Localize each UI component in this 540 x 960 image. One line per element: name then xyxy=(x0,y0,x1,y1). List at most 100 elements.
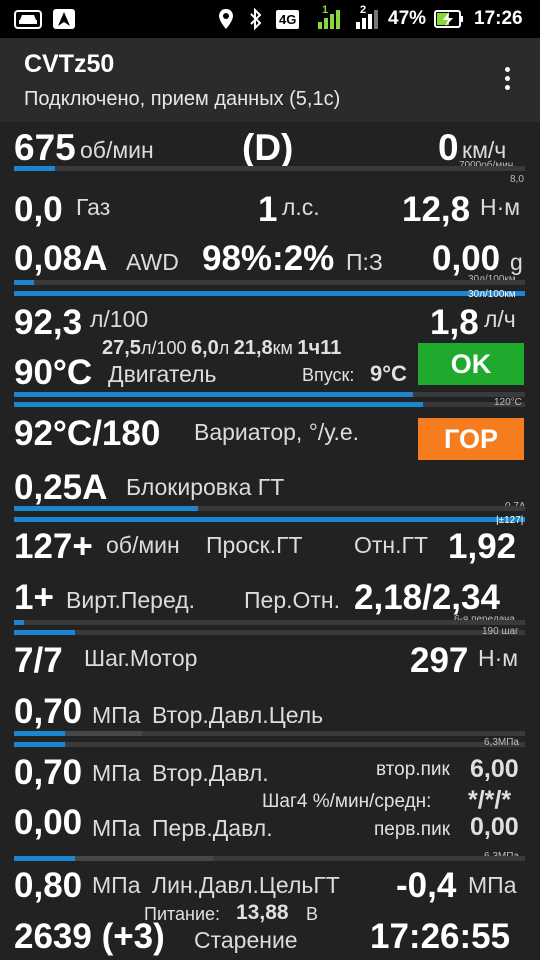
sec-target-label: Втор.Давл.Цель xyxy=(152,702,324,728)
cvt-status-text: ГОР xyxy=(444,423,498,454)
motor-torque-unit: Н·м xyxy=(478,645,519,671)
signal-icon xyxy=(318,10,340,29)
engine-label: Двигатель xyxy=(108,361,217,387)
cvt-temp: 92°C/180 xyxy=(14,414,161,453)
power-value: 13,88 xyxy=(236,901,289,924)
lockup-current: 0,25A xyxy=(14,468,108,507)
gear-ratio-label: Пер.Отн. xyxy=(244,587,341,613)
lockup-label: Блокировка ГТ xyxy=(126,474,285,500)
hp-value: 1 xyxy=(258,190,278,229)
engine-bar-max: 120°C xyxy=(494,397,522,408)
gas-value: 0,0 xyxy=(14,190,63,229)
trip-liters: 6,0 xyxy=(190,337,219,359)
overflow-menu-icon[interactable] xyxy=(496,64,518,96)
status-bar: 4G 1 2 47% 17:26 xyxy=(0,0,540,38)
fuel-hourly-unit: л/ч xyxy=(484,306,516,332)
rpm-bar xyxy=(14,166,525,171)
prim-unit: МПа xyxy=(92,815,141,841)
prim-label: Перв.Давл. xyxy=(152,815,273,841)
engine-temp-bar-2 xyxy=(14,402,525,407)
lockup-bar xyxy=(14,506,525,511)
gear-ratio: 2,18/2,34 xyxy=(354,578,500,617)
tc-ratio: 1,92 xyxy=(448,527,517,566)
tc-ratio-label: Отн.ГТ xyxy=(354,532,429,558)
sec-target-bar xyxy=(14,731,525,736)
clock: 17:26 xyxy=(474,8,523,29)
gear-bar xyxy=(14,620,525,625)
signal-icon xyxy=(356,10,378,29)
tc-slip-label: Проск.ГТ xyxy=(206,532,303,558)
engine-status-text: OK xyxy=(450,348,492,379)
connection-status: Подключено, прием данных (5,1с) xyxy=(24,88,341,110)
sec-label: Втор.Давл. xyxy=(152,760,269,786)
cvt-label: Вариатор, °/у.е. xyxy=(194,419,360,445)
trip-stats: 27,5л/100 6,0л 21,8км 1ч11 xyxy=(102,338,341,358)
engine-status-badge: OK xyxy=(418,343,524,385)
speed-value: 0 xyxy=(438,127,459,168)
network-type: 4G xyxy=(276,10,300,29)
app-bar: CVTz50 Подключено, прием данных (5,1с) xyxy=(0,38,540,122)
g-force-unit: g xyxy=(510,249,523,275)
rpm-unit: об/мин xyxy=(80,137,154,163)
sim1-label: 1 xyxy=(322,4,329,16)
lockup-bar2-max: |±127| xyxy=(496,515,524,526)
battery-charging-icon xyxy=(434,10,463,28)
prim-value: 0,00 xyxy=(14,803,83,842)
fuel-bar xyxy=(14,280,525,285)
step-bar-max: 190 шаг xyxy=(482,626,519,637)
step-bar xyxy=(14,630,525,635)
step-rate-value: */*/* xyxy=(468,786,512,814)
virtual-gear-label: Вирт.Перед. xyxy=(66,587,196,613)
step-motor-label: Шаг.Мотор xyxy=(84,645,198,671)
awd-bar2-max: 30л/100км xyxy=(468,289,516,300)
sec-bar-max: 6,3МПа xyxy=(484,737,519,748)
sec-unit: МПа xyxy=(92,760,141,786)
fuel-hourly: 1,8 xyxy=(430,303,479,342)
hp-unit: л.с. xyxy=(282,194,320,220)
sec-peak-label: втор.пик xyxy=(376,759,450,780)
session-clock: 17:26:55 xyxy=(370,917,511,956)
g-force-value: 0,00 xyxy=(432,239,501,278)
fuel-instant-unit: л/100 xyxy=(90,306,149,332)
power-unit: В xyxy=(306,904,319,924)
sec-pressure-bar xyxy=(14,742,525,747)
tc-slip-unit: об/мин xyxy=(106,532,180,558)
step-motor: 7/7 xyxy=(14,641,63,680)
battery-percent: 47% xyxy=(388,8,427,29)
speed-unit: км/ч xyxy=(462,137,507,163)
cvt-status-badge: ГОР xyxy=(418,418,524,460)
trip-avg-unit: л/100 xyxy=(140,338,187,358)
rpm-value: 675 xyxy=(14,127,76,168)
line-unit: МПа xyxy=(92,872,141,898)
aging-value: 2639 (+3) xyxy=(14,917,165,956)
motor-torque: 297 xyxy=(410,641,469,680)
trip-liters-unit: л xyxy=(218,338,230,358)
location-icon xyxy=(219,9,233,29)
trip-time: 1ч11 xyxy=(297,337,342,359)
prim-peak-label: перв.пик xyxy=(374,819,451,840)
gas-label: Газ xyxy=(76,194,111,220)
sec-value: 0,70 xyxy=(14,753,83,792)
sec-peak-value: 6,00 xyxy=(470,755,519,783)
car-icon xyxy=(14,10,42,29)
torque-unit: Н·м xyxy=(480,194,521,220)
tc-slip: 127+ xyxy=(14,527,93,566)
prim-pressure-bar xyxy=(14,856,525,861)
trip-km-unit: км xyxy=(272,338,293,358)
prim-peak-value: 0,00 xyxy=(470,813,519,841)
lockup-bar-2 xyxy=(14,517,525,522)
torque-value: 12,8 xyxy=(402,190,471,229)
sec-target-unit: МПа xyxy=(92,702,141,728)
intake-label: Впуск: xyxy=(302,365,355,385)
aging-label: Старение xyxy=(194,927,298,953)
step-rate-label: Шаг4 %/мин/средн: xyxy=(262,791,432,812)
intake-temp: 9°C xyxy=(370,361,407,386)
trip-avg: 27,5 xyxy=(102,337,141,359)
app-title: CVTz50 xyxy=(24,50,115,78)
navigation-icon xyxy=(53,9,75,29)
engine-temp: 90°C xyxy=(14,353,93,392)
tc-pressure-value: -0,4 xyxy=(396,866,457,905)
rpm-bar2-max: 8,0 xyxy=(510,174,524,185)
sec-target-value: 0,70 xyxy=(14,692,83,731)
gear-indicator: (D) xyxy=(242,127,294,168)
